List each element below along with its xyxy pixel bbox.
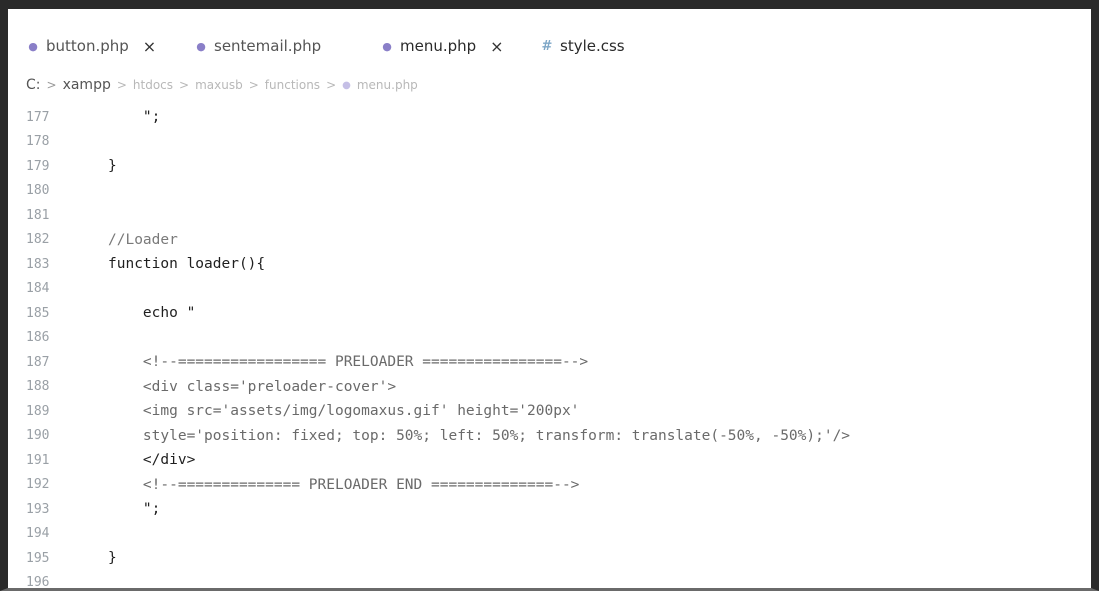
code-text: "; [108, 109, 161, 125]
breadcrumb: C: > xampp > htdocs > maxusb > functions… [26, 75, 418, 95]
editor-window: ● button.php × ● sentemail.php ● menu.ph… [0, 0, 1099, 591]
breadcrumb-separator: > [248, 78, 259, 92]
line-number: 183 [26, 256, 50, 272]
breadcrumb-root[interactable]: C: [26, 77, 41, 93]
line-number: 177 [26, 109, 50, 125]
css-hash-icon: # [541, 38, 553, 54]
code-text: } [108, 158, 117, 174]
code-line[interactable]: 182 //Loader [8, 228, 1091, 252]
breadcrumb-xampp[interactable]: xampp [63, 77, 111, 93]
line-number: 186 [26, 330, 50, 345]
code-text: <!--================= PRELOADER ========… [108, 354, 589, 370]
code-line[interactable]: 184 [8, 277, 1091, 301]
tab-label: button.php [46, 37, 129, 55]
line-number: 179 [26, 158, 50, 174]
line-number: 196 [26, 575, 50, 590]
php-elephant-icon: ● [196, 39, 206, 53]
line-number: 189 [26, 403, 50, 419]
breadcrumb-htdocs[interactable]: htdocs [133, 78, 173, 92]
line-number: 188 [26, 379, 50, 394]
line-number: 178 [26, 134, 50, 149]
line-number: 180 [26, 183, 50, 198]
tab-button-php[interactable]: ● button.php × [26, 33, 156, 59]
tab-style-css[interactable]: # style.css [540, 33, 625, 59]
breadcrumb-functions[interactable]: functions [265, 78, 320, 92]
tab-bar: ● button.php × ● sentemail.php ● menu.ph… [8, 9, 1091, 67]
close-icon[interactable]: × [490, 37, 503, 56]
php-elephant-icon: ● [28, 39, 38, 53]
breadcrumb-maxusb[interactable]: maxusb [195, 78, 243, 92]
php-elephant-icon: ● [342, 79, 351, 91]
code-editor[interactable]: 177 "; 178 179} 180 181 182 //Loader 183 functio… [8, 105, 1091, 588]
tab-label: style.css [560, 37, 625, 55]
code-line[interactable]: 188 <div class='preloader-cover'> [8, 375, 1091, 399]
code-line[interactable]: 181 [8, 203, 1091, 227]
breadcrumb-separator: > [179, 78, 190, 92]
code-line[interactable]: 189 <img src='assets/img/logomaxus.gif' … [8, 399, 1091, 423]
line-number: 190 [26, 428, 50, 443]
line-number: 187 [26, 354, 50, 370]
line-number: 193 [26, 501, 50, 517]
code-text: //Loader [108, 231, 178, 248]
code-line[interactable]: 177 "; [8, 105, 1091, 129]
code-line[interactable]: 195} [8, 546, 1091, 570]
tab-label: menu.php [400, 37, 477, 55]
code-line[interactable]: 196 [8, 571, 1091, 590]
line-number: 195 [26, 550, 50, 566]
code-text: </div> [108, 452, 196, 468]
tab-label: sentemail.php [214, 37, 322, 55]
breadcrumb-file[interactable]: menu.php [357, 78, 418, 92]
code-line[interactable]: 183 function loader(){ [8, 252, 1091, 276]
code-text: echo " [108, 305, 196, 321]
code-line[interactable]: 179} [8, 154, 1091, 178]
code-text: } [108, 550, 117, 566]
line-number: 182 [26, 232, 50, 247]
code-text: <img src='assets/img/logomaxus.gif' heig… [108, 403, 580, 419]
line-number: 194 [26, 526, 50, 541]
code-text: style='position: fixed; top: 50%; left: … [108, 427, 851, 444]
code-line[interactable]: 190 style='position: fixed; top: 50%; le… [8, 424, 1091, 448]
line-number: 181 [26, 207, 50, 223]
code-line[interactable]: 192 <!--============== PRELOADER END ===… [8, 473, 1091, 497]
code-line[interactable]: 180 [8, 179, 1091, 203]
code-text: "; [108, 501, 161, 517]
code-line[interactable]: 186 [8, 326, 1091, 350]
line-number: 191 [26, 452, 50, 468]
code-line[interactable]: 194 [8, 522, 1091, 546]
line-number: 184 [26, 281, 50, 296]
breadcrumb-separator: > [326, 78, 337, 92]
code-line[interactable]: 185 echo " [8, 301, 1091, 325]
code-line[interactable]: 178 [8, 130, 1091, 154]
breadcrumb-separator: > [116, 78, 127, 92]
code-line[interactable]: 193 "; [8, 497, 1091, 521]
tab-sentemail-php[interactable]: ● sentemail.php [194, 33, 321, 59]
close-icon[interactable]: × [143, 37, 156, 56]
php-elephant-icon: ● [382, 39, 392, 53]
code-line[interactable]: 187 <!--================= PRELOADER ====… [8, 350, 1091, 374]
line-number: 185 [26, 305, 50, 321]
line-number: 192 [26, 477, 50, 492]
breadcrumb-separator: > [46, 78, 57, 92]
code-text: function loader(){ [108, 256, 266, 272]
code-line[interactable]: 191 </div> [8, 448, 1091, 472]
code-text: <div class='preloader-cover'> [108, 378, 397, 395]
tab-menu-php[interactable]: ● menu.php × [380, 33, 503, 59]
code-text: <!--============== PRELOADER END =======… [108, 476, 580, 493]
